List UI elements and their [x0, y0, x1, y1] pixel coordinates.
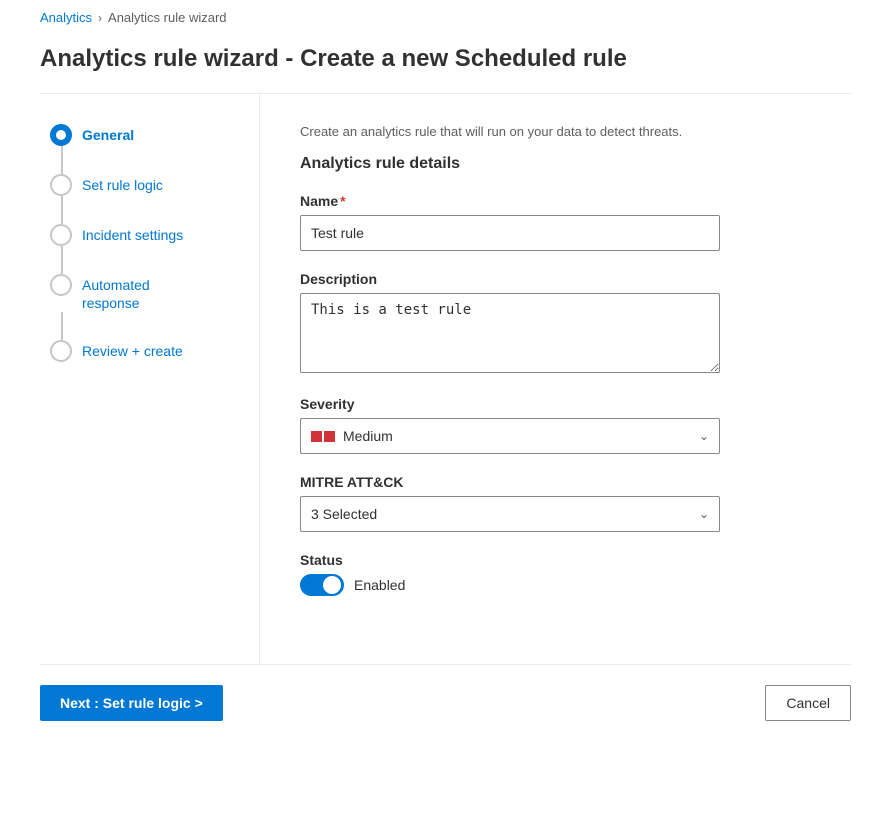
- content-description: Create an analytics rule that will run o…: [300, 124, 811, 139]
- name-label: Name*: [300, 193, 811, 209]
- status-label: Status: [300, 552, 811, 568]
- step-label-review-create: Review + create: [82, 340, 183, 360]
- severity-sq-1: [311, 431, 322, 442]
- section-title: Analytics rule details: [300, 155, 811, 173]
- cancel-button[interactable]: Cancel: [765, 685, 851, 721]
- footer-left: Next : Set rule logic >: [40, 685, 223, 721]
- mitre-value: 3 Selected: [311, 506, 377, 522]
- step-label-set-rule-logic: Set rule logic: [82, 174, 163, 194]
- step-general[interactable]: General: [50, 124, 239, 146]
- step-label-incident-settings: Incident settings: [82, 224, 183, 244]
- wizard-content: Create an analytics rule that will run o…: [260, 94, 851, 664]
- breadcrumb-separator: ›: [98, 11, 102, 25]
- step-connector-4: [61, 312, 63, 340]
- toggle-knob: [323, 576, 341, 594]
- breadcrumb: Analytics › Analytics rule wizard: [0, 0, 891, 35]
- status-toggle-label: Enabled: [354, 577, 405, 593]
- step-set-rule-logic[interactable]: Set rule logic: [50, 174, 239, 196]
- page-header: Analytics rule wizard - Create a new Sch…: [0, 35, 891, 93]
- description-textarea[interactable]: This is a test rule: [300, 293, 720, 373]
- step-connector-2: [61, 196, 63, 224]
- wizard-body: General Set rule logic Incident settings…: [40, 94, 851, 664]
- severity-sq-2: [324, 431, 335, 442]
- step-circle-general: [50, 124, 72, 146]
- description-field-group: Description This is a test rule: [300, 271, 811, 376]
- severity-icons: [311, 431, 335, 442]
- step-review-create[interactable]: Review + create: [50, 340, 239, 362]
- breadcrumb-current: Analytics rule wizard: [108, 10, 227, 25]
- step-circle-incident-settings: [50, 224, 72, 246]
- mitre-dropdown[interactable]: 3 Selected ⌄: [300, 496, 720, 532]
- description-label: Description: [300, 271, 811, 287]
- step-circle-inner-general: [56, 130, 66, 140]
- step-circle-automated-response: [50, 274, 72, 296]
- status-field-group: Status Enabled: [300, 552, 811, 596]
- mitre-dropdown-wrapper: 3 Selected ⌄: [300, 496, 720, 532]
- severity-field-group: Severity Medium ⌄: [300, 396, 811, 454]
- step-circle-review-create: [50, 340, 72, 362]
- name-field-group: Name*: [300, 193, 811, 251]
- step-incident-settings[interactable]: Incident settings: [50, 224, 239, 246]
- step-connector-3: [61, 246, 63, 274]
- severity-dropdown-left: Medium: [311, 428, 393, 444]
- mitre-chevron-down-icon: ⌄: [699, 507, 709, 521]
- status-toggle-wrapper: Enabled: [300, 574, 811, 596]
- name-input[interactable]: [300, 215, 720, 251]
- step-connector-1: [61, 146, 63, 174]
- severity-label: Severity: [300, 396, 811, 412]
- mitre-label: MITRE ATT&CK: [300, 474, 811, 490]
- breadcrumb-home[interactable]: Analytics: [40, 10, 92, 25]
- chevron-down-icon: ⌄: [699, 429, 709, 443]
- next-button[interactable]: Next : Set rule logic >: [40, 685, 223, 721]
- mitre-field-group: MITRE ATT&CK 3 Selected ⌄: [300, 474, 811, 532]
- severity-dropdown-wrapper: Medium ⌄: [300, 418, 720, 454]
- step-label-general: General: [82, 124, 134, 144]
- step-automated-response[interactable]: Automatedresponse: [50, 274, 239, 312]
- wizard-footer: Next : Set rule logic > Cancel: [0, 665, 891, 741]
- page-title: Analytics rule wizard - Create a new Sch…: [40, 45, 851, 73]
- status-toggle[interactable]: [300, 574, 344, 596]
- name-required: *: [340, 193, 345, 209]
- severity-dropdown[interactable]: Medium ⌄: [300, 418, 720, 454]
- step-label-automated-response: Automatedresponse: [82, 274, 150, 312]
- wizard-steps: General Set rule logic Incident settings…: [40, 94, 260, 664]
- severity-value: Medium: [343, 428, 393, 444]
- step-circle-set-rule-logic: [50, 174, 72, 196]
